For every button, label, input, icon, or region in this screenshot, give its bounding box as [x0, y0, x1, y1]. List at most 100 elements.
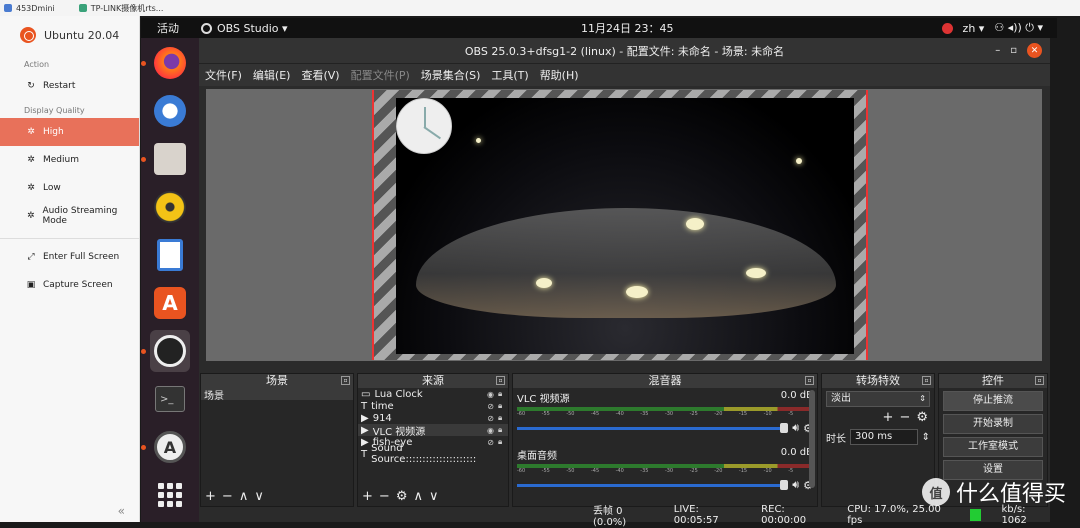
restart-icon: ↻ [27, 81, 35, 91]
capture-screen-item[interactable]: ▣ Capture Screen [0, 271, 139, 299]
restart-item[interactable]: ↻ Restart [0, 72, 139, 100]
gear-icon[interactable]: ⚙ [396, 489, 408, 504]
preview-canvas[interactable] [372, 90, 868, 360]
menu-edit[interactable]: 编辑(E) [253, 67, 291, 83]
dock-rhythmbox[interactable] [150, 186, 190, 228]
dock-thunderbird[interactable] [150, 90, 190, 132]
volume-slider[interactable] [517, 422, 789, 433]
host-tab[interactable]: 453Dmini [4, 4, 55, 13]
lock-icon[interactable]: 🔒︎ [498, 413, 508, 423]
source-name: Sound Source::::::::::::::::::::: [371, 443, 477, 465]
menu-profile[interactable]: 配置文件(P) [351, 67, 410, 83]
quality-low-item[interactable]: ✲ Low [0, 174, 139, 202]
move-up-icon[interactable]: ∧ [413, 489, 423, 504]
menu-scene-collection[interactable]: 场景集合(S) [421, 67, 481, 83]
quality-medium-item[interactable]: ✲ Medium [0, 146, 139, 174]
window-controls: – ▫ ✕ [995, 43, 1042, 58]
host-tab-bar: 453Dmini TP-LINK摄像机rts... [0, 0, 1080, 16]
writer-icon [157, 239, 183, 271]
dock-obs[interactable] [141, 330, 190, 372]
dropped-frames: 丢帧 0 (0.0%) [593, 506, 627, 528]
add-icon[interactable]: + [362, 489, 373, 504]
obs-icon [154, 335, 186, 367]
dock-files[interactable] [141, 138, 190, 180]
source-item[interactable]: ▶ VLC 视频源 ◉ 🔒︎ [358, 424, 508, 438]
speaker-icon[interactable]: 🔊︎ [792, 478, 799, 492]
add-icon[interactable]: + [205, 489, 216, 504]
quality-high-item[interactable]: ✲ High [0, 118, 139, 146]
clock[interactable]: 11月24日 23：45 [581, 20, 674, 36]
duration-spinbox[interactable]: 300 ms [850, 429, 918, 445]
sources-header: 来源 ▫ [358, 374, 508, 388]
remove-icon[interactable]: − [379, 489, 390, 504]
source-item[interactable]: Ttime ⊘ 🔒︎ [358, 400, 508, 412]
source-name: Lua Clock [374, 388, 423, 400]
slider-thumb[interactable] [780, 479, 789, 490]
slider-thumb[interactable] [780, 422, 789, 433]
system-menu[interactable]: ⚇ ◂)) ⏻ ▾ [994, 21, 1043, 35]
gear-icon[interactable]: ⚙ [916, 410, 928, 425]
source-item[interactable]: T Sound Source::::::::::::::::::::: [358, 443, 508, 465]
audio-streaming-item[interactable]: ✲ Audio Streaming Mode [0, 202, 139, 230]
maximize-icon[interactable]: ▫ [1010, 45, 1017, 56]
lock-icon[interactable]: 🔒︎ [498, 389, 508, 399]
mixer-scrollbar[interactable] [809, 390, 815, 488]
fisheye-video-source[interactable] [396, 98, 854, 354]
transition-select[interactable]: 淡出 ⇕ [826, 391, 930, 407]
visibility-icon[interactable]: ◉ [487, 426, 494, 435]
float-icon[interactable]: ▫ [922, 376, 931, 385]
speaker-icon[interactable]: 🔊︎ [792, 421, 799, 435]
street-light [476, 138, 481, 143]
close-icon[interactable]: ✕ [1027, 43, 1042, 58]
host-tab[interactable]: TP-LINK摄像机rts... [78, 3, 163, 14]
minimize-icon[interactable]: – [995, 45, 1000, 56]
start-recording-button[interactable]: 开始录制 [943, 414, 1043, 434]
fullscreen-item[interactable]: ⤢ Enter Full Screen [0, 243, 139, 271]
dock-terminal[interactable]: >_ [150, 378, 190, 420]
language-selector[interactable]: zh ▾ [963, 22, 985, 35]
dock-software[interactable]: A [150, 282, 190, 324]
float-icon[interactable]: ▫ [496, 376, 505, 385]
app-menu-button[interactable]: OBS Studio ▾ [201, 22, 288, 35]
source-item[interactable]: ▭ Lua Clock ◉ 🔒︎ [358, 388, 508, 400]
menu-file[interactable]: 文件(F) [205, 67, 242, 83]
menu-view[interactable]: 查看(V) [301, 67, 339, 83]
scenes-title: 场景 [266, 374, 288, 387]
scene-item[interactable]: 场景 [201, 388, 353, 402]
dock-updater[interactable]: A [141, 426, 190, 468]
show-apps-button[interactable] [150, 474, 190, 516]
remove-icon[interactable]: − [899, 410, 910, 425]
float-icon[interactable]: ▫ [341, 376, 350, 385]
dock-writer[interactable] [150, 234, 190, 276]
live-time: LIVE: 00:05:57 [673, 504, 719, 526]
hidden-icon[interactable]: ⊘ [487, 414, 494, 423]
collapse-icon[interactable]: « [118, 504, 125, 518]
source-type-icon: ▶ [361, 424, 369, 436]
move-up-icon[interactable]: ∧ [239, 489, 249, 504]
stream-health-indicator [970, 509, 982, 521]
move-down-icon[interactable]: ∨ [254, 489, 264, 504]
float-icon[interactable]: ▫ [1035, 376, 1044, 385]
lock-icon[interactable]: 🔒︎ [498, 425, 508, 435]
stop-streaming-button[interactable]: 停止推流 [943, 391, 1043, 411]
quality-medium-label: Medium [43, 155, 79, 165]
add-icon[interactable]: + [883, 410, 894, 425]
menu-help[interactable]: 帮助(H) [540, 67, 579, 83]
move-down-icon[interactable]: ∨ [429, 489, 439, 504]
menu-tools[interactable]: 工具(T) [491, 67, 528, 83]
visibility-icon[interactable]: ◉ [487, 390, 494, 399]
dock-firefox[interactable] [141, 42, 190, 84]
studio-mode-button[interactable]: 工作室模式 [943, 437, 1043, 457]
float-icon[interactable]: ▫ [805, 376, 814, 385]
preview-area[interactable] [206, 89, 1042, 361]
notification-icon[interactable] [941, 22, 953, 34]
scenes-panel: 场景 ▫ 场景 + − ∧ ∨ [200, 373, 354, 507]
capture-icon: ▣ [26, 280, 36, 290]
hidden-icon[interactable]: ⊘ [487, 402, 494, 411]
source-type-icon: T [361, 448, 368, 460]
volume-slider[interactable] [517, 479, 789, 490]
remove-icon[interactable]: − [222, 489, 233, 504]
activities-button[interactable]: 活动 [157, 20, 179, 36]
lock-icon[interactable]: 🔒︎ [498, 401, 508, 411]
spin-icon[interactable]: ⇕ [922, 432, 930, 443]
